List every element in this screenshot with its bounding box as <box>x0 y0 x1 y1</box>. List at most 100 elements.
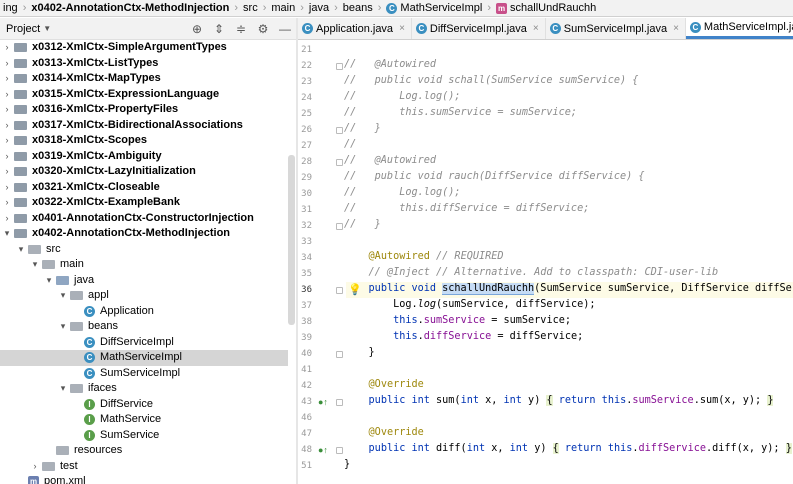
chevron-down-icon[interactable]: ▾ <box>16 242 26 258</box>
code-line[interactable]: // @Autowired <box>344 155 436 166</box>
tree-item[interactable]: ▾ main <box>0 257 288 273</box>
breadcrumb-java[interactable]: java <box>306 2 332 14</box>
tree-item[interactable]: C SumServiceImpl <box>0 366 288 382</box>
chevron-right-icon[interactable]: › <box>2 149 12 165</box>
tree-item[interactable]: ▾ beans <box>0 319 288 335</box>
code-line[interactable]: // Log.log(); <box>344 187 461 198</box>
breadcrumb-module[interactable]: x0402-AnnotationCtx-MethodInjection <box>28 2 232 14</box>
chevron-right-icon[interactable]: › <box>2 195 12 211</box>
tree-item-module[interactable]: › x0314-XmlCtx-MapTypes <box>0 71 288 87</box>
tree-item-module[interactable]: › x0321-XmlCtx-Closeable <box>0 180 288 196</box>
chevron-down-icon[interactable]: ▾ <box>58 288 68 304</box>
tree-item[interactable]: ▾ src <box>0 242 288 258</box>
tree-item[interactable]: resources <box>0 443 288 459</box>
code-line[interactable]: Log.log(sumService, diffService); <box>344 299 595 310</box>
tree-item-module[interactable]: › x0322-XmlCtx-ExampleBank <box>0 195 288 211</box>
editor-tab[interactable]: C DiffServiceImpl.java × <box>412 18 546 39</box>
tree-item-module[interactable]: › x0313-XmlCtx-ListTypes <box>0 56 288 72</box>
implements-method-icon[interactable]: ●↑ <box>318 445 328 455</box>
tree-item[interactable]: ▾ appl <box>0 288 288 304</box>
project-view-selector[interactable]: Project ▼ <box>0 23 51 35</box>
fold-marker-icon[interactable] <box>336 63 343 70</box>
code-line[interactable]: // } <box>344 123 381 134</box>
tree-item-module[interactable]: › x0312-XmlCtx-SimpleArgumentTypes <box>0 40 288 56</box>
tree-item[interactable]: C DiffServiceImpl <box>0 335 288 351</box>
chevron-right-icon[interactable]: › <box>2 87 12 103</box>
breadcrumb-beans[interactable]: beans <box>340 2 376 14</box>
code-line[interactable]: this.diffService = diffService; <box>344 331 583 342</box>
tree-item[interactable]: ▾ java <box>0 273 288 289</box>
code-line[interactable]: // public void rauch(DiffService diffSer… <box>344 171 645 182</box>
code-line[interactable]: // @Inject // Alternative. Add to classp… <box>344 267 719 278</box>
chevron-right-icon[interactable]: › <box>2 56 12 72</box>
code-line[interactable]: // this.diffService = diffService; <box>344 203 589 214</box>
breadcrumb-method[interactable]: m schallUndRauchh <box>493 2 599 14</box>
tree-item-module[interactable]: › x0320-XmlCtx-LazyInitialization <box>0 164 288 180</box>
tree-item[interactable]: C MathServiceImpl <box>0 350 288 366</box>
breadcrumb-class[interactable]: C MathServiceImpl <box>383 2 485 14</box>
editor-tab[interactable]: C SumServiceImpl.java × <box>546 18 686 39</box>
tree-item[interactable]: m pom.xml <box>0 474 288 484</box>
breadcrumb-project[interactable]: ing <box>0 2 21 14</box>
code-line[interactable]: } <box>344 459 350 470</box>
code-line[interactable]: public void schallUndRauchh(SumService s… <box>344 283 793 295</box>
collapse-icon[interactable]: ≑ <box>234 22 248 36</box>
code-line[interactable]: // } <box>344 219 381 230</box>
chevron-right-icon[interactable]: › <box>2 40 12 56</box>
tree-item-module[interactable]: › x0316-XmlCtx-PropertyFiles <box>0 102 288 118</box>
tree-item-module[interactable]: › x0401-AnnotationCtx-ConstructorInjectio… <box>0 211 288 227</box>
expand-icon[interactable]: ⇕ <box>212 22 226 36</box>
breadcrumb-main[interactable]: main <box>268 2 298 14</box>
chevron-right-icon[interactable]: › <box>2 118 12 134</box>
chevron-down-icon[interactable]: ▾ <box>2 226 12 242</box>
target-icon[interactable]: ⊕ <box>190 22 204 36</box>
tree-item[interactable]: › test <box>0 459 288 475</box>
breadcrumb-src[interactable]: src <box>240 2 261 14</box>
fold-marker-icon[interactable] <box>336 399 343 406</box>
tree-item[interactable]: I MathService <box>0 412 288 428</box>
code-line[interactable]: @Override <box>344 427 424 438</box>
tree-item-module[interactable]: › x0315-XmlCtx-ExpressionLanguage <box>0 87 288 103</box>
tree-item-module[interactable]: ▾ x0402-AnnotationCtx-MethodInjection <box>0 226 288 242</box>
chevron-right-icon[interactable]: › <box>2 211 12 227</box>
chevron-right-icon[interactable]: › <box>2 164 12 180</box>
tree-item[interactable]: I SumService <box>0 428 288 444</box>
fold-marker-icon[interactable] <box>336 287 343 294</box>
minimize-icon[interactable]: — <box>278 22 292 36</box>
tree-item[interactable]: C Application <box>0 304 288 320</box>
fold-marker-icon[interactable] <box>336 351 343 358</box>
tree-item-module[interactable]: › x0317-XmlCtx-BidirectionalAssociations <box>0 118 288 134</box>
chevron-right-icon[interactable]: › <box>2 102 12 118</box>
project-tree-scrollbar[interactable] <box>288 155 295 325</box>
editor-gutter[interactable]: 21 22 23 24 25 26 27 28 29 30 31 32 33 34 35 36 37 38 39 40… <box>298 40 346 484</box>
chevron-down-icon[interactable]: ▾ <box>58 381 68 397</box>
close-icon[interactable]: × <box>673 23 679 34</box>
fold-marker-icon[interactable] <box>336 447 343 454</box>
chevron-right-icon[interactable]: › <box>2 180 12 196</box>
tree-item[interactable]: I DiffService <box>0 397 288 413</box>
fold-marker-icon[interactable] <box>336 159 343 166</box>
chevron-down-icon[interactable]: ▾ <box>58 319 68 335</box>
chevron-right-icon[interactable]: › <box>2 71 12 87</box>
fold-marker-icon[interactable] <box>336 223 343 230</box>
code-line[interactable]: public int diff(int x, int y) { return t… <box>344 443 792 454</box>
close-icon[interactable]: × <box>399 23 405 34</box>
chevron-down-icon[interactable]: ▾ <box>30 257 40 273</box>
gear-icon[interactable]: ⚙ <box>256 22 270 36</box>
tree-item-module[interactable]: › x0319-XmlCtx-Ambiguity <box>0 149 288 165</box>
code-line[interactable]: @Override <box>344 379 424 390</box>
close-icon[interactable]: × <box>533 23 539 34</box>
code-line[interactable]: } <box>344 347 375 358</box>
code-line[interactable]: public int sum(int x, int y) { return th… <box>344 395 774 406</box>
implements-method-icon[interactable]: ●↑ <box>318 397 328 407</box>
tree-item[interactable]: ▾ ifaces <box>0 381 288 397</box>
chevron-right-icon[interactable]: › <box>30 459 40 475</box>
editor-tab[interactable]: CMathServiceImpl.java× <box>685 18 793 39</box>
code-line[interactable]: this.sumService = sumService; <box>344 315 571 326</box>
code-editor[interactable]: 21 22 23 24 25 26 27 28 29 30 31 32 33 34 35 36 37 38 39 40… <box>298 40 793 484</box>
chevron-down-icon[interactable]: ▾ <box>44 273 54 289</box>
code-line[interactable]: // this.sumService = sumService; <box>344 107 577 118</box>
code-line[interactable]: // Log.log(); <box>344 91 461 102</box>
editor-tab[interactable]: C Application.java × <box>298 18 412 39</box>
code-line[interactable]: // @Autowired <box>344 59 436 70</box>
